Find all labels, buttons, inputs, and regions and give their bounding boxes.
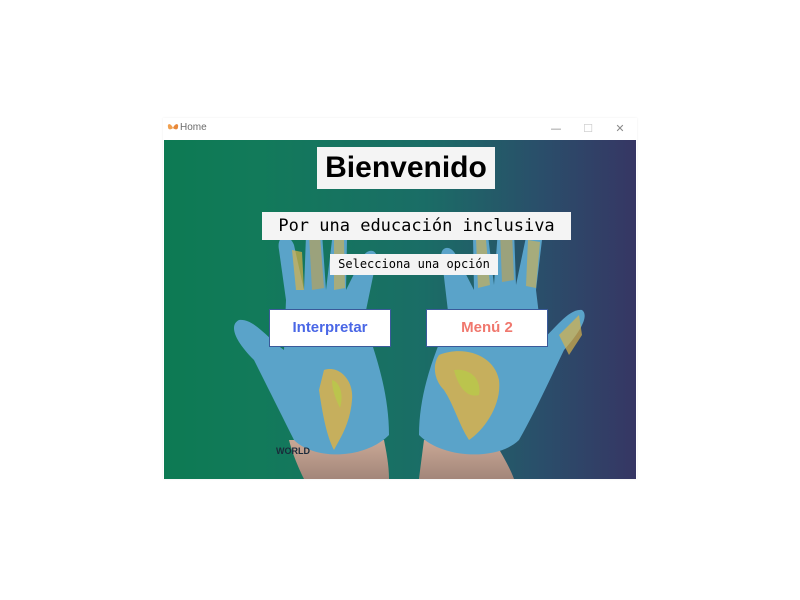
minimize-button[interactable]: — xyxy=(541,120,571,138)
maximize-button[interactable]: ☐ xyxy=(573,120,603,138)
close-button[interactable]: ✕ xyxy=(605,120,635,138)
world-label: WORLD xyxy=(276,446,310,456)
hands-world-map-image: WORLD xyxy=(234,218,585,479)
menu-2-button[interactable]: Menú 2 xyxy=(426,309,548,347)
welcome-heading: Bienvenido xyxy=(317,147,495,189)
title-bar[interactable]: Home — ☐ ✕ xyxy=(163,118,637,140)
select-option-label: Selecciona una opción xyxy=(330,254,498,275)
main-panel: WORLD Bienvenido Por una educación inclu… xyxy=(164,140,636,479)
interpretar-button[interactable]: Interpretar xyxy=(269,309,391,347)
app-window: Home — ☐ ✕ WORLD Bienvenido Por una educ… xyxy=(163,118,637,479)
window-title: Home xyxy=(180,122,207,133)
subtitle-label: Por una educación inclusiva xyxy=(262,212,571,240)
butterfly-icon xyxy=(167,124,179,130)
